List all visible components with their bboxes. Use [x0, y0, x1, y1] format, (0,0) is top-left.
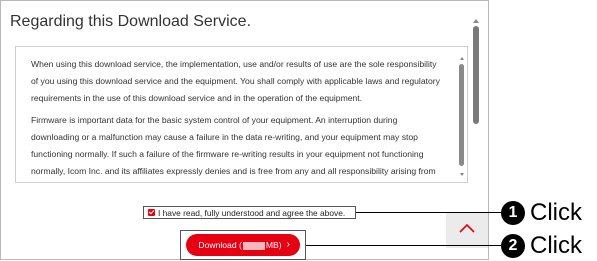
outer-scroll-up-arrow-icon[interactable] [473, 19, 479, 23]
terms-paragraph: When using this download service, the im… [31, 59, 440, 103]
callout-1-leader-line [356, 212, 501, 213]
callout-1-badge: 1 [501, 201, 525, 225]
callout-1: 1 Click [501, 199, 582, 227]
chevron-right-icon: › [286, 239, 290, 250]
download-button[interactable]: Download ( MB) › [186, 234, 300, 256]
callout-1-label: Click [530, 199, 582, 226]
callout-2-leader-line [306, 245, 501, 246]
chevron-up-icon [459, 223, 475, 233]
terms-scroll-up-arrow-icon[interactable] [460, 57, 464, 60]
scroll-to-top-button[interactable] [446, 212, 488, 248]
terms-scroll-down-arrow-icon[interactable] [460, 173, 464, 176]
terms-text-box: When using this download service, the im… [15, 46, 468, 183]
file-size-redacted [242, 241, 265, 250]
callout-2-badge: 2 [501, 234, 525, 258]
download-label-prefix: Download ( [198, 240, 242, 250]
download-label-suffix: MB) [265, 240, 282, 250]
outer-scrollbar-thumb[interactable] [473, 26, 479, 124]
agree-checkbox-row[interactable]: I have read, fully understood and agree … [143, 206, 356, 219]
terms-scrollbar-thumb[interactable] [459, 64, 464, 166]
panel-title: Regarding this Download Service. [10, 13, 252, 30]
terms-content: When using this download service, the im… [31, 56, 446, 182]
callout-2-label: Click [530, 232, 582, 259]
callout-2: 2 Click [501, 232, 582, 260]
agree-label: I have read, fully understood and agree … [158, 207, 346, 218]
checkbox-checked-icon[interactable] [148, 209, 155, 216]
terms-paragraph: Firmware is important data for the basic… [31, 115, 436, 176]
download-label: Download ( MB) [198, 240, 281, 250]
